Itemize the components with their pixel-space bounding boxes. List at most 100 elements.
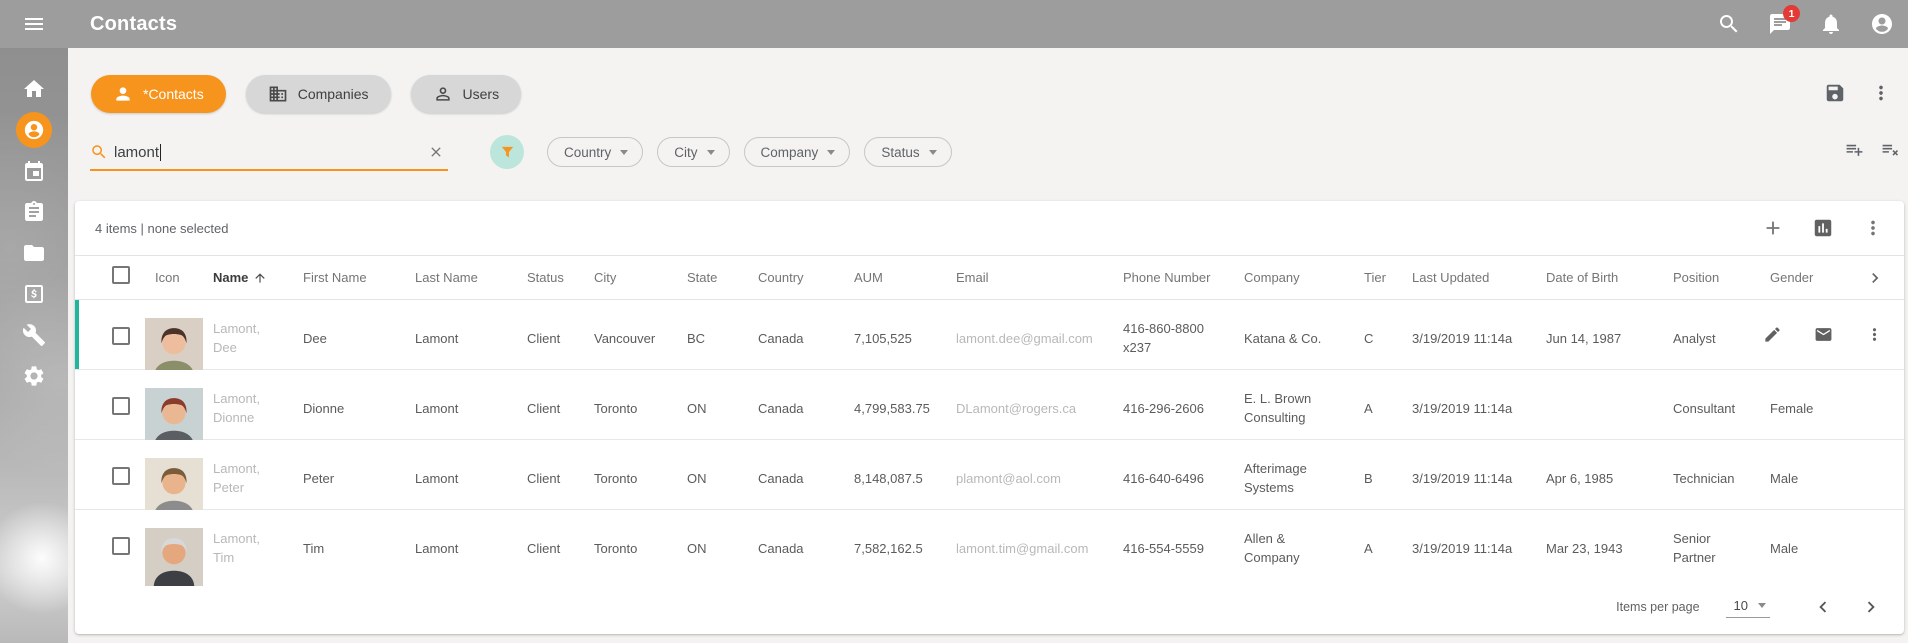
sidebar-item-tools[interactable] (0, 314, 68, 355)
column-header-phone-number[interactable]: Phone Number (1113, 270, 1234, 285)
table-row[interactable]: Lamont, PeterPeterLamontClientTorontoONC… (75, 440, 1904, 510)
sidebar-item-calendar[interactable] (0, 150, 68, 191)
billing-icon (22, 282, 46, 306)
sort-ascending-icon (253, 271, 267, 285)
chevron-down-icon (1758, 603, 1766, 608)
search-icon (90, 143, 108, 161)
account-avatar-icon[interactable] (1870, 12, 1894, 36)
cell-tier: B (1354, 469, 1402, 488)
table-row[interactable]: Lamont, TimTimLamontClientTorontoONCanad… (75, 510, 1904, 580)
cell-date-of-birth: Apr 6, 1985 (1536, 469, 1663, 488)
cell-gender: Male (1760, 539, 1845, 558)
text-cursor (160, 144, 161, 161)
row-checkbox[interactable] (112, 397, 130, 415)
column-header-gender[interactable]: Gender (1760, 270, 1845, 285)
tab-users[interactable]: Users (411, 75, 522, 113)
row-more-options-icon[interactable] (1865, 325, 1884, 344)
column-header-position[interactable]: Position (1663, 270, 1760, 285)
more-options-icon[interactable] (1870, 82, 1892, 104)
cell-name: Lamont, Dee (203, 319, 293, 357)
remove-from-list-icon[interactable] (1881, 140, 1900, 159)
calendar-icon (22, 159, 46, 183)
save-icon[interactable] (1824, 82, 1846, 104)
column-header-icon[interactable]: Icon (145, 270, 203, 285)
contact-photo-avatar (145, 458, 203, 516)
next-page-icon[interactable] (1860, 596, 1882, 618)
column-header-tier[interactable]: Tier (1354, 270, 1402, 285)
cell-last-updated: 3/19/2019 11:14a (1402, 469, 1536, 488)
clear-search-icon[interactable] (428, 144, 444, 160)
chevron-down-icon (929, 150, 937, 155)
page-size-value: 10 (1734, 598, 1748, 613)
tab-label: Companies (298, 86, 369, 102)
sidebar-item-home[interactable] (0, 68, 68, 109)
column-header-state[interactable]: State (677, 270, 748, 285)
cell-status: Client (517, 329, 584, 348)
sidebar-item-tasks[interactable] (0, 191, 68, 232)
row-checkbox[interactable] (112, 327, 130, 345)
dropdown-label: Company (761, 145, 819, 160)
table-row[interactable]: Lamont, DionneDionneLamontClientTorontoO… (75, 370, 1904, 440)
tab-companies[interactable]: Companies (246, 75, 391, 113)
filter-dropdown-country[interactable]: Country (547, 137, 643, 167)
column-header-company[interactable]: Company (1234, 270, 1354, 285)
sidebar-item-settings[interactable] (0, 355, 68, 396)
dropdown-label: City (674, 145, 697, 160)
filter-dropdown-status[interactable]: Status (864, 137, 951, 167)
email-envelope-icon[interactable] (1814, 325, 1833, 344)
edit-pencil-icon[interactable] (1763, 325, 1782, 344)
cell-company: Katana & Co. (1234, 329, 1354, 348)
search-value: lamont (114, 144, 159, 161)
sidebar-item-documents[interactable] (0, 232, 68, 273)
column-header-date-of-birth[interactable]: Date of Birth (1536, 270, 1663, 285)
column-header-name[interactable]: Name (203, 270, 293, 285)
column-header-last-name[interactable]: Last Name (405, 270, 517, 285)
cell-last-name: Lamont (405, 399, 517, 418)
cell-tier: A (1354, 539, 1402, 558)
sidebar-item-contacts[interactable] (0, 109, 68, 150)
previous-page-icon[interactable] (1812, 596, 1834, 618)
chart-view-icon[interactable] (1812, 217, 1834, 239)
search-icon[interactable] (1717, 12, 1741, 36)
filter-button[interactable] (490, 135, 524, 169)
cell-company: E. L. Brown Consulting (1234, 389, 1354, 427)
content-area: *Contacts Companies Users lamont Country Ci… (68, 48, 1908, 643)
row-checkbox[interactable] (112, 467, 130, 485)
column-header-status[interactable]: Status (517, 270, 584, 285)
cell-position: Senior Partner (1663, 529, 1760, 567)
tab-label: Users (463, 86, 500, 102)
filter-dropdown-company[interactable]: Company (744, 137, 851, 167)
search-input[interactable]: lamont (88, 136, 448, 168)
sidebar-nav (0, 48, 68, 643)
add-contact-icon[interactable] (1762, 217, 1784, 239)
filter-dropdown-city[interactable]: City (657, 137, 729, 167)
column-header-country[interactable]: Country (748, 270, 844, 285)
cell-tier: C (1354, 329, 1402, 348)
scroll-columns-right-icon[interactable] (1865, 268, 1885, 288)
cell-name: Lamont, Dionne (203, 389, 293, 427)
sidebar-item-billing[interactable] (0, 273, 68, 314)
table-row[interactable]: Lamont, DeeDeeLamontClientVancouverBCCan… (75, 300, 1904, 370)
notifications-bell-icon[interactable] (1819, 12, 1843, 36)
column-header-city[interactable]: City (584, 270, 677, 285)
person_outline-icon (433, 84, 453, 104)
chat-icon[interactable]: 1 (1768, 12, 1792, 36)
row-checkbox[interactable] (112, 537, 130, 555)
add-to-list-icon[interactable] (1845, 140, 1864, 159)
select-all-checkbox[interactable] (112, 266, 130, 284)
cell-state: ON (677, 469, 748, 488)
cell-date-of-birth: Jun 14, 1987 (1536, 329, 1663, 348)
column-header-last-updated[interactable]: Last Updated (1402, 270, 1536, 285)
top-app-bar: Contacts 1 (0, 0, 1908, 48)
dropdown-label: Country (564, 145, 611, 160)
cell-tier: A (1354, 399, 1402, 418)
column-header-email[interactable]: Email (946, 270, 1113, 285)
column-header-first-name[interactable]: First Name (293, 270, 405, 285)
cell-status: Client (517, 399, 584, 418)
tab-contacts[interactable]: *Contacts (91, 75, 226, 113)
table-options-icon[interactable] (1862, 217, 1884, 239)
column-header-aum[interactable]: AUM (844, 270, 946, 285)
page-size-select[interactable]: 10 (1726, 596, 1770, 618)
menu-icon[interactable] (0, 12, 68, 36)
home-icon (22, 77, 46, 101)
